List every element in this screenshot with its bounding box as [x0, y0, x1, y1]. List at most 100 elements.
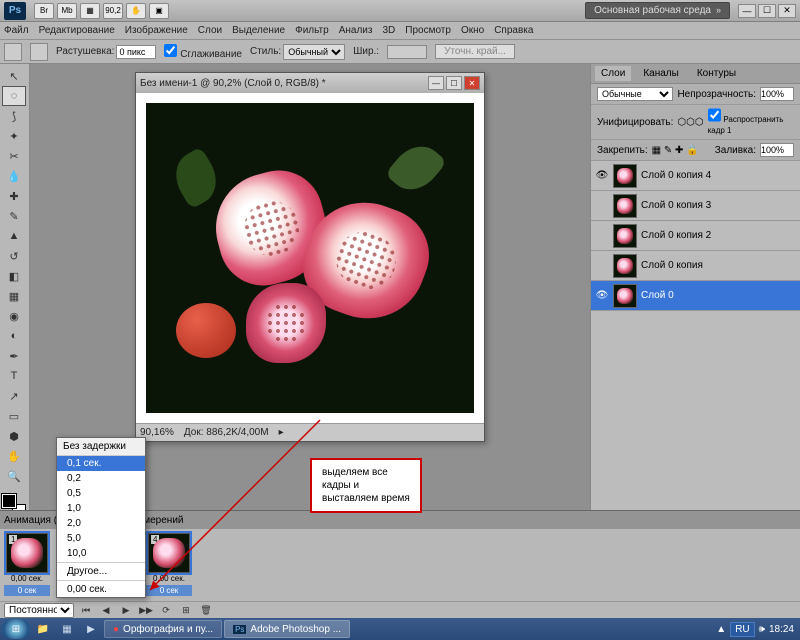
tab-channels[interactable]: Каналы [637, 66, 685, 81]
shape-tool[interactable]: ▭ [2, 406, 26, 426]
taskbar-explorer-icon[interactable]: 📁 [32, 620, 54, 638]
fg-color[interactable] [2, 494, 16, 508]
visibility-icon[interactable] [595, 199, 609, 213]
layer-row[interactable]: 👁 Слой 0 копия 4 [591, 161, 800, 191]
zoom-display[interactable]: 90,2 [103, 3, 123, 19]
visibility-icon[interactable]: 👁 [595, 169, 609, 183]
zoom-tool[interactable]: 🔍 [2, 466, 26, 486]
menu-filter[interactable]: Фильтр [295, 25, 329, 36]
opacity-input[interactable] [760, 87, 794, 101]
3d-tool[interactable]: ⬢ [2, 426, 26, 446]
menu-analysis[interactable]: Анализ [339, 25, 373, 36]
wand-tool[interactable]: ✦ [2, 126, 26, 146]
fill-input[interactable] [760, 143, 794, 157]
tool-preset-icon[interactable] [4, 43, 22, 61]
antialias-checkbox[interactable]: Сглаживание [164, 44, 242, 60]
layer-name[interactable]: Слой 0 копия 2 [641, 230, 711, 241]
layer-row[interactable]: Слой 0 копия 2 [591, 221, 800, 251]
path-tool[interactable]: ↗ [2, 386, 26, 406]
tab-paths[interactable]: Контуры [691, 66, 742, 81]
brush-tool[interactable]: ✎ [2, 206, 26, 226]
dodge-tool[interactable]: ◐ [2, 326, 26, 346]
layer-row[interactable]: 👁 Слой 0 [591, 281, 800, 311]
taskbar-task[interactable]: ●Орфография и пу... [104, 620, 222, 638]
frame[interactable]: 1 0,00 сек. 0 сек [4, 533, 50, 597]
taskbar-media-icon[interactable]: ▶ [80, 620, 102, 638]
delay-option-other[interactable]: Другое... [57, 564, 145, 579]
blend-mode-select[interactable]: Обычные [597, 87, 673, 101]
hand-icon[interactable]: ✋ [126, 3, 146, 19]
layer-row[interactable]: Слой 0 копия 3 [591, 191, 800, 221]
language-indicator[interactable]: RU [730, 622, 754, 637]
workspace-switcher[interactable]: Основная рабочая среда » [585, 2, 730, 19]
bridge-icon[interactable]: Br [34, 3, 54, 19]
type-tool[interactable]: T [2, 366, 26, 386]
taskbar-app-icon[interactable]: ▦ [56, 620, 78, 638]
menu-image[interactable]: Изображение [125, 25, 188, 36]
mb-icon[interactable]: Mb [57, 3, 77, 19]
layer-row[interactable]: Слой 0 копия [591, 251, 800, 281]
unify-icon[interactable]: ⬡⬡⬡ [677, 117, 703, 128]
marquee-mode-icon[interactable] [30, 43, 48, 61]
heal-tool[interactable]: ✚ [2, 186, 26, 206]
document-canvas[interactable] [136, 93, 484, 423]
menu-3d[interactable]: 3D [382, 25, 395, 36]
first-frame-button[interactable]: ⏮ [78, 604, 94, 618]
delay-option[interactable]: 0,5 [57, 486, 145, 501]
feather-input[interactable] [116, 45, 156, 59]
start-button[interactable]: ⊞ [2, 619, 30, 639]
delay-option[interactable]: 5,0 [57, 531, 145, 546]
loop-select[interactable]: Постоянно [4, 603, 74, 618]
layer-name[interactable]: Слой 0 [641, 290, 674, 301]
maximize-button[interactable]: ☐ [758, 4, 776, 18]
view-extras-icon[interactable]: ▦ [80, 3, 100, 19]
visibility-icon[interactable]: 👁 [595, 289, 609, 303]
visibility-icon[interactable] [595, 229, 609, 243]
layer-name[interactable]: Слой 0 копия 3 [641, 200, 711, 211]
style-select[interactable]: Обычный [283, 44, 345, 60]
screen-mode-icon[interactable]: ▣ [149, 3, 169, 19]
document-titlebar[interactable]: Без имени-1 @ 90,2% (Слой 0, RGB/8) * — … [136, 73, 484, 93]
tab-layers[interactable]: Слои [595, 66, 631, 81]
close-button[interactable]: ✕ [778, 4, 796, 18]
new-frame-button[interactable]: ⊞ [178, 604, 194, 618]
menu-view[interactable]: Просмотр [405, 25, 451, 36]
blur-tool[interactable]: ◉ [2, 306, 26, 326]
doc-close-button[interactable]: ✕ [464, 76, 480, 90]
next-frame-button[interactable]: ▶▶ [138, 604, 154, 618]
crop-tool[interactable]: ✂ [2, 146, 26, 166]
menu-layers[interactable]: Слои [198, 25, 222, 36]
gradient-tool[interactable]: ▦ [2, 286, 26, 306]
tray-icon[interactable]: ▲ [716, 624, 726, 635]
visibility-icon[interactable] [595, 259, 609, 273]
delay-option[interactable]: 1,0 [57, 501, 145, 516]
move-tool[interactable]: ↖ [2, 66, 26, 86]
doc-minimize-button[interactable]: — [428, 76, 444, 90]
menu-select[interactable]: Выделение [232, 25, 285, 36]
minimize-button[interactable]: — [738, 4, 756, 18]
tray-icon[interactable]: 🕪 [759, 624, 765, 635]
delay-option[interactable]: 10,0 [57, 546, 145, 561]
delay-option[interactable]: 0,2 [57, 471, 145, 486]
play-button[interactable]: ▶ [118, 604, 134, 618]
menu-help[interactable]: Справка [494, 25, 533, 36]
menu-file[interactable]: Файл [4, 25, 29, 36]
layer-name[interactable]: Слой 0 копия [641, 260, 703, 271]
lock-icons[interactable]: ▦ ✎ ✚ 🔒 [652, 145, 699, 156]
delete-frame-button[interactable]: 🗑 [198, 604, 214, 618]
clock[interactable]: 18:24 [769, 624, 794, 635]
marquee-tool[interactable]: ◌ [2, 86, 26, 106]
delay-current[interactable]: 0,00 сек. [57, 582, 145, 597]
tween-button[interactable]: ⟳ [158, 604, 174, 618]
eraser-tool[interactable]: ◧ [2, 266, 26, 286]
layer-name[interactable]: Слой 0 копия 4 [641, 170, 711, 181]
stamp-tool[interactable]: ▲ [2, 226, 26, 246]
taskbar-task[interactable]: PsAdobe Photoshop ... [224, 620, 350, 638]
lasso-tool[interactable]: ⟆ [2, 106, 26, 126]
layer-thumb[interactable] [613, 194, 637, 218]
eyedropper-tool[interactable]: 💧 [2, 166, 26, 186]
history-brush-tool[interactable]: ↺ [2, 246, 26, 266]
delay-option[interactable]: 0,1 сек. [57, 456, 145, 471]
doc-maximize-button[interactable]: ☐ [446, 76, 462, 90]
prev-frame-button[interactable]: ◀ [98, 604, 114, 618]
